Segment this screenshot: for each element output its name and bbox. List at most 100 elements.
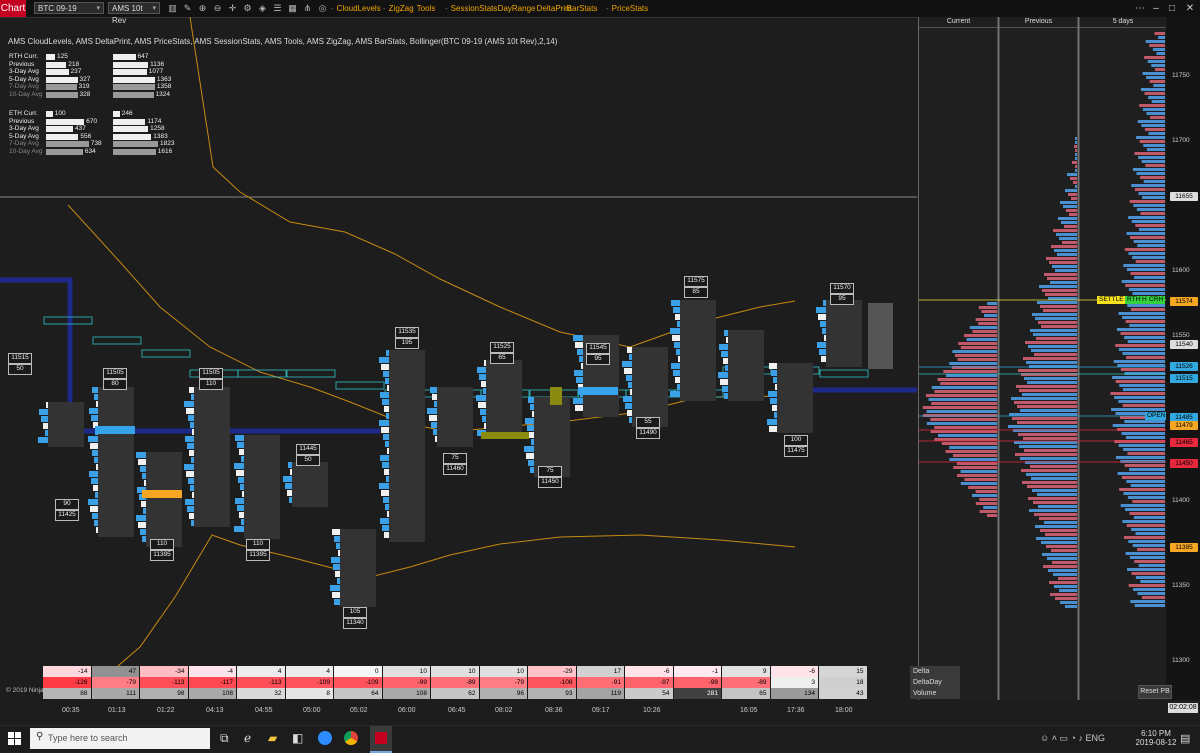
profile-bar (975, 318, 997, 321)
indicator-button[interactable]: - DayRange (492, 0, 535, 17)
profile-bar (1020, 457, 1077, 460)
footprint-bar (338, 550, 340, 556)
system-tray[interactable]: ☺ ˄ ▭ ◔ ♪ ENG (1040, 726, 1118, 751)
grid-icon[interactable]: ▦ (287, 2, 298, 14)
table-cell: 18 (819, 677, 867, 688)
table-cell: 93 (528, 688, 576, 699)
windows-taskbar: ⚲ Type here to search ⧉ ℯ ▰ ◧ ☺ ˄ ▭ ◔ ♪ … (0, 725, 1200, 753)
volume-profile-panel: Current Previous 5 days SETTLE RTH HI CRH O… (918, 17, 1168, 700)
profile-bar (1141, 124, 1165, 127)
windows-start-icon[interactable] (8, 726, 28, 751)
profile-bar (1027, 485, 1077, 488)
bar-chart-icon[interactable]: ▥ (167, 2, 178, 14)
profile-bar (960, 346, 997, 349)
indicator-button[interactable]: - Tools (411, 0, 435, 17)
clock[interactable]: 6:10 PM 2019-08-12 (1134, 729, 1178, 747)
table-cell: 134 (770, 688, 818, 699)
profile-bar (1021, 373, 1077, 376)
footprint-bar (771, 370, 777, 376)
footprint-bar (384, 469, 389, 475)
footprint-bar (89, 408, 98, 414)
target-icon[interactable]: ◎ (317, 2, 328, 14)
footprint-bar (773, 377, 777, 383)
instrument-select[interactable]: BTC 09-19 ▾ (34, 2, 104, 14)
stat-bar-b (113, 148, 156, 155)
profile-bar (1126, 232, 1165, 235)
bar-type-select[interactable]: AMS 10t Rev ▾ (108, 2, 160, 25)
task-view-icon[interactable]: ⧉ (220, 726, 238, 751)
close-icon[interactable]: ✕ (1180, 0, 1200, 17)
chart-tab[interactable]: Chart (0, 0, 26, 17)
maximize-icon[interactable]: □ (1162, 0, 1182, 17)
price-tag: 11465 (1170, 438, 1198, 447)
profile-bar (1137, 548, 1165, 551)
table-cell: 108 (382, 688, 430, 699)
reset-pb-button[interactable]: Reset PB (1138, 685, 1172, 699)
footprint-bar (673, 370, 680, 376)
instrument-value: BTC 09-19 (38, 4, 77, 13)
store-icon[interactable]: ◧ (292, 726, 310, 751)
profile-bar (956, 462, 997, 465)
profile-bar (1040, 529, 1077, 532)
profile-bar (1144, 128, 1165, 131)
profile-bar (1063, 205, 1077, 208)
table-cell: 9 (722, 666, 770, 677)
indicator-button[interactable]: - CloudLevels (331, 0, 381, 17)
indicator-button[interactable]: - PriceStats (606, 0, 648, 17)
profile-bar (1044, 273, 1077, 276)
profile-bar (1130, 236, 1165, 239)
profile-bar (1058, 217, 1077, 220)
table-cell: 65 (722, 688, 770, 699)
properties-icon[interactable]: ☰ (272, 2, 283, 14)
footprint-bar (335, 571, 340, 577)
profile-bar (1117, 472, 1165, 475)
indicators-icon[interactable]: ⚙ (242, 2, 253, 14)
profile-bar (1072, 161, 1077, 164)
chevron-down-icon: ▾ (152, 5, 156, 12)
indicator-button[interactable]: - SessionStats (445, 0, 497, 17)
indicator-button[interactable]: - BarStats (561, 0, 597, 17)
footprint-bar (239, 449, 244, 455)
zoom-app-icon[interactable] (318, 726, 336, 751)
price-axis[interactable]: 11750 11700 11600 11550 11400 11350 11300 1165… (1138, 17, 1200, 713)
stat-value-a: 100 (54, 110, 66, 117)
footprint-bar (382, 399, 389, 405)
indicator-button[interactable]: - ZigZag (383, 0, 414, 17)
price-tag: 11574 (1170, 297, 1198, 306)
time-label: 16:05 (740, 707, 758, 714)
profile-bar (1143, 144, 1165, 147)
stat-value-a: 437 (75, 125, 86, 132)
profile-bar (966, 338, 997, 341)
search-box[interactable]: ⚲ Type here to search (30, 728, 210, 749)
time-label: 06:45 (448, 707, 466, 714)
bar-stat-box: 11395 (150, 550, 174, 561)
footprint-bar (581, 363, 583, 369)
profile-bar (931, 386, 997, 389)
hierarchy-icon[interactable]: ⋔ (302, 2, 313, 14)
zoom-in-icon[interactable]: ⊕ (197, 2, 208, 14)
draw-tool-icon[interactable]: ✎ (182, 2, 193, 14)
profile-bar (1141, 596, 1165, 599)
footprint-bar (46, 402, 48, 408)
profile-bar (1047, 277, 1077, 280)
profile-bar (1126, 356, 1165, 359)
profile-bar (1123, 448, 1165, 451)
profile-bar (1033, 333, 1077, 336)
strategy-icon[interactable]: ◈ (257, 2, 268, 14)
profile-bar (1058, 577, 1077, 580)
footprint-bar (430, 387, 437, 393)
ninjatrader-icon[interactable] (370, 726, 392, 753)
crosshair-icon[interactable]: ✛ (227, 2, 238, 14)
edge-icon[interactable]: ℯ (244, 726, 262, 751)
chart-panel[interactable]: AMS CloudLevels, AMS DeltaPrint, AMS Pri… (0, 17, 917, 700)
profile-bar (1130, 484, 1165, 487)
file-explorer-icon[interactable]: ▰ (268, 726, 286, 751)
table-cell: -79 (91, 677, 139, 688)
profile-bar (978, 322, 997, 325)
zoom-out-icon[interactable]: ⊖ (212, 2, 223, 14)
footprint-bar (142, 536, 146, 542)
footprint-bar (189, 387, 194, 393)
bar-stat-box: 11425 (55, 510, 79, 521)
notifications-icon[interactable]: ▤ (1180, 732, 1190, 745)
chrome-icon[interactable] (344, 726, 362, 751)
